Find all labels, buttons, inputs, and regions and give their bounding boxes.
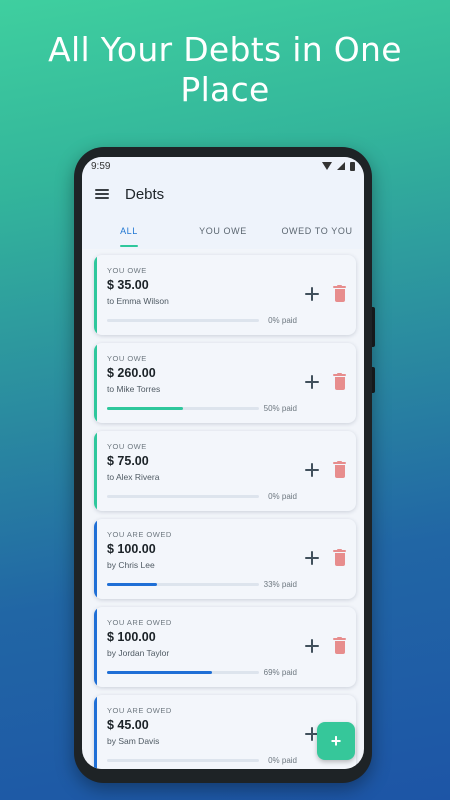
debt-info: YOU OWE $ 35.00 to Emma Wilson	[107, 266, 296, 306]
tab-all[interactable]: ALL	[82, 213, 176, 249]
debt-card[interactable]: YOU ARE OWED $ 100.00 by Jordan Taylor 6…	[94, 607, 356, 687]
tab-bar: ALL YOU OWE OWED TO YOU	[82, 213, 364, 249]
battery-icon	[350, 161, 355, 171]
delete-debt-icon[interactable]	[333, 461, 346, 478]
debt-amount: $ 75.00	[107, 454, 149, 468]
headline-line-1: All Your Debts in One	[48, 30, 402, 69]
delete-debt-icon[interactable]	[333, 549, 346, 566]
status-time: 9:59	[91, 160, 111, 172]
debt-card[interactable]: YOU ARE OWED $ 100.00 by Chris Lee 33% p…	[94, 519, 356, 599]
tab-you-owe[interactable]: YOU OWE	[176, 213, 270, 249]
tab-owed-to-you[interactable]: OWED TO YOU	[270, 213, 364, 249]
payment-progress: 50% paid	[107, 404, 297, 413]
debt-person: to Emma Wilson	[107, 296, 169, 306]
payment-progress: 0% paid	[107, 492, 297, 501]
debt-info: YOU ARE OWED $ 100.00 by Chris Lee	[107, 530, 296, 570]
paid-label: 0% paid	[268, 756, 297, 765]
debt-amount: $ 100.00	[107, 542, 156, 556]
phone-frame: 9:59 Debts ALL YOU OWE OWED TO YOU YOU O…	[74, 147, 375, 783]
progress-track	[107, 407, 259, 410]
debt-person: by Jordan Taylor	[107, 648, 170, 658]
app-bar: Debts	[82, 175, 364, 213]
progress-track	[107, 759, 259, 762]
debt-amount: $ 100.00	[107, 630, 156, 644]
debt-person: to Mike Torres	[107, 384, 161, 394]
add-debt-button[interactable]: +	[317, 722, 355, 760]
delete-debt-icon[interactable]	[333, 637, 346, 654]
promo-headline: All Your Debts in One Place	[0, 30, 450, 110]
debt-amount: $ 45.00	[107, 718, 149, 732]
debt-type-indicator	[94, 343, 97, 423]
debt-kind: YOU ARE OWED	[107, 530, 172, 539]
debt-amount: $ 35.00	[107, 278, 149, 292]
app-title: Debts	[125, 185, 165, 203]
paid-label: 33% paid	[263, 580, 297, 589]
progress-fill	[107, 671, 212, 674]
debt-info: YOU ARE OWED $ 100.00 by Jordan Taylor	[107, 618, 296, 658]
debt-type-indicator	[94, 695, 97, 769]
debt-kind: YOU OWE	[107, 354, 147, 363]
debt-kind: YOU ARE OWED	[107, 618, 172, 627]
delete-debt-icon[interactable]	[333, 373, 346, 390]
menu-icon[interactable]	[95, 189, 109, 199]
wifi-icon	[322, 162, 332, 170]
paid-label: 69% paid	[263, 668, 297, 677]
debt-info: YOU OWE $ 75.00 to Alex Rivera	[107, 442, 296, 482]
phone-screen: 9:59 Debts ALL YOU OWE OWED TO YOU YOU O…	[82, 157, 364, 769]
add-payment-icon[interactable]	[305, 463, 319, 477]
progress-track	[107, 495, 259, 498]
debt-type-indicator	[94, 519, 97, 599]
plus-icon: +	[330, 730, 342, 751]
debt-card[interactable]: YOU OWE $ 35.00 to Emma Wilson 0% paid	[94, 255, 356, 335]
debt-type-indicator	[94, 431, 97, 511]
payment-progress: 33% paid	[107, 580, 297, 589]
volume-button	[372, 307, 375, 347]
add-payment-icon[interactable]	[305, 639, 319, 653]
delete-debt-icon[interactable]	[333, 285, 346, 302]
payment-progress: 0% paid	[107, 756, 297, 765]
debt-kind: YOU ARE OWED	[107, 706, 172, 715]
debt-info: YOU ARE OWED $ 45.00 by Sam Davis	[107, 706, 296, 746]
payment-progress: 0% paid	[107, 316, 297, 325]
status-bar: 9:59	[82, 157, 364, 175]
power-button	[372, 367, 375, 393]
progress-track	[107, 671, 259, 674]
debt-person: by Chris Lee	[107, 560, 155, 570]
payment-progress: 69% paid	[107, 668, 297, 677]
status-icons	[322, 161, 355, 171]
paid-label: 50% paid	[263, 404, 297, 413]
signal-icon	[337, 162, 345, 170]
debt-person: by Sam Davis	[107, 736, 160, 746]
add-payment-icon[interactable]	[305, 375, 319, 389]
debt-card[interactable]: YOU OWE $ 260.00 to Mike Torres 50% paid	[94, 343, 356, 423]
progress-fill	[107, 583, 158, 586]
debt-list: YOU OWE $ 35.00 to Emma Wilson 0% paid Y…	[82, 249, 364, 769]
paid-label: 0% paid	[268, 316, 297, 325]
debt-type-indicator	[94, 255, 97, 335]
debt-amount: $ 260.00	[107, 366, 156, 380]
debt-info: YOU OWE $ 260.00 to Mike Torres	[107, 354, 296, 394]
headline-line-2: Place	[180, 70, 270, 109]
debt-kind: YOU OWE	[107, 266, 147, 275]
debt-kind: YOU OWE	[107, 442, 147, 451]
debt-card[interactable]: YOU OWE $ 75.00 to Alex Rivera 0% paid	[94, 431, 356, 511]
add-payment-icon[interactable]	[305, 551, 319, 565]
debt-person: to Alex Rivera	[107, 472, 160, 482]
progress-fill	[107, 407, 183, 410]
debt-type-indicator	[94, 607, 97, 687]
add-payment-icon[interactable]	[305, 287, 319, 301]
progress-track	[107, 583, 259, 586]
paid-label: 0% paid	[268, 492, 297, 501]
progress-track	[107, 319, 259, 322]
